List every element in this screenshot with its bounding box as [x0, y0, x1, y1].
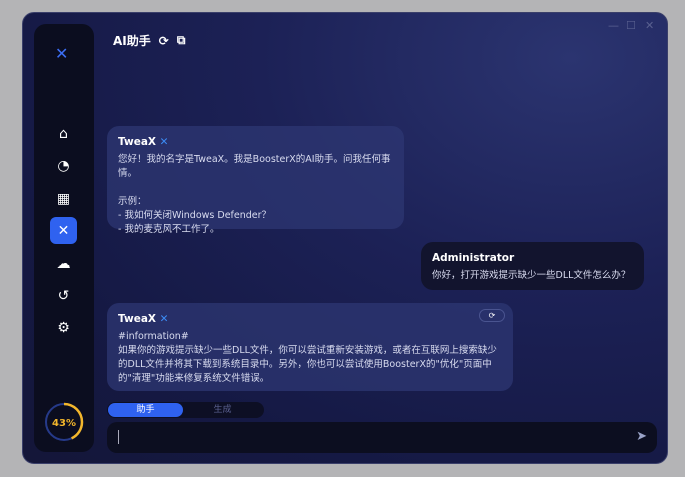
send-icon[interactable]: ➤ [636, 429, 647, 444]
sidebar-item-cloud[interactable]: ☁ [50, 250, 77, 277]
text-cursor [118, 430, 119, 444]
sidebar-item-restore[interactable]: ↺ [50, 282, 77, 309]
sidebar-item-tweax[interactable]: ✕ [50, 217, 77, 244]
refresh-icon[interactable]: ⟳ [159, 34, 169, 48]
bot-message: TweaX ✕ ⟳ #information# 如果你的游戏提示缺少一些DLL文… [107, 303, 513, 391]
maximize-button[interactable]: ☐ [626, 19, 636, 32]
gauge-icon: ◔ [57, 157, 70, 174]
chat-input[interactable]: ➤ [107, 422, 657, 453]
message-line: 您好！我的名字是TweaX。我是BoosterX的AI助手。问我任何事情。 [118, 154, 391, 179]
sidebar-item-apps[interactable]: ▦ [50, 185, 77, 212]
gauge-label: 43% [52, 418, 76, 429]
sender-name: Administrator [432, 252, 515, 264]
cloud-icon: ☁ [56, 255, 71, 272]
usage-gauge: 43% [44, 402, 84, 442]
page-title: AI助手 [113, 34, 151, 48]
mode-tabs: 助手 生成 [107, 402, 264, 418]
bot-message: TweaX ✕ 您好！我的名字是TweaX。我是BoosterX的AI助手。问我… [107, 126, 404, 235]
app-window: — ☐ ✕ ✕ ⌂ ◔ ▦ ✕ ☁ ↺ ⚙ 43% AI助手 ⟳ ⧉ TweaX… [22, 12, 668, 464]
tab-generate[interactable]: 生成 [185, 403, 260, 417]
tab-assistant[interactable]: 助手 [108, 403, 183, 417]
message-line: 如果你的游戏提示缺少一些DLL文件，你可以尝试重新安装游戏，或者在互联网上搜索缺… [118, 345, 497, 356]
sender-name: TweaX ✕ [118, 313, 169, 325]
sender-name: TweaX ✕ [118, 136, 169, 148]
message-line: - 我的麦克风不工作了。 [118, 224, 220, 235]
regenerate-button[interactable]: ⟳ [479, 309, 505, 322]
message-line: 你好，打开游戏提示缺少一些DLL文件怎么办？ [432, 270, 631, 281]
sidebar-item-settings[interactable]: ⚙ [50, 314, 77, 341]
sidebar-item-home[interactable]: ⌂ [50, 120, 77, 147]
tweax-icon: ✕ [57, 222, 70, 239]
message-line: 示例： [118, 196, 147, 207]
page-header: AI助手 ⟳ ⧉ [113, 32, 185, 49]
message-line: - 我如何关闭Windows Defender？ [118, 210, 272, 221]
close-button[interactable]: ✕ [645, 19, 654, 32]
message-line: #information# [118, 331, 189, 342]
logo-icon: ✕ [55, 44, 69, 63]
tweax-icon: ✕ [159, 313, 169, 325]
sidebar: ✕ ⌂ ◔ ▦ ✕ ☁ ↺ ⚙ 43% [34, 24, 94, 452]
sidebar-item-performance[interactable]: ◔ [50, 152, 77, 179]
message-line: 的DLL文件并将其下载到系统目录中。另外，你也可以尝试使用BoosterX的"优… [118, 359, 492, 370]
tweax-icon: ✕ [159, 136, 169, 148]
restore-icon: ↺ [57, 287, 70, 304]
minimize-button[interactable]: — [608, 19, 619, 32]
user-message: Administrator 你好，打开游戏提示缺少一些DLL文件怎么办？ [421, 242, 644, 290]
home-icon: ⌂ [59, 125, 68, 142]
external-link-icon[interactable]: ⧉ [177, 33, 186, 48]
message-line: 的"清理"功能来修复系统文件错误。 [118, 373, 270, 384]
gear-icon: ⚙ [57, 319, 70, 336]
apps-icon: ▦ [56, 190, 71, 207]
